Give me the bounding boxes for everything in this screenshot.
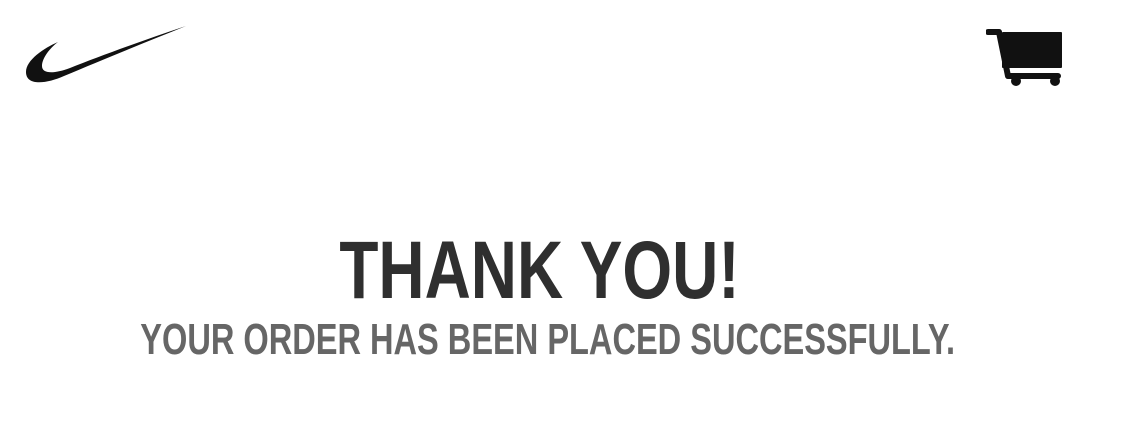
shopping-cart-icon[interactable]	[986, 28, 1064, 88]
order-success-message: YOUR ORDER HAS BEEN PLACED SUCCESSFULLY.	[140, 315, 955, 364]
swoosh-logo-icon[interactable]	[26, 26, 188, 84]
thank-you-heading: THANK YOU!	[339, 225, 740, 316]
site-header	[0, 0, 1131, 110]
order-confirmation: THANK YOU! YOUR ORDER HAS BEEN PLACED SU…	[0, 228, 1079, 366]
